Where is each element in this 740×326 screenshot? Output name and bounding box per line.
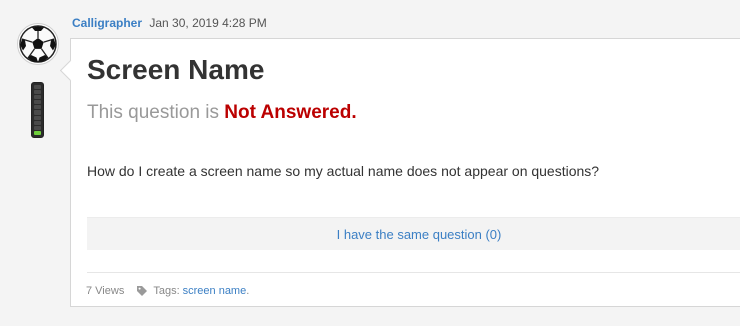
question-footer: 7 Views Tags: screen name. xyxy=(86,284,249,298)
tags-label: Tags: xyxy=(153,285,180,297)
tag-icon xyxy=(136,285,148,297)
page-title: Screen Name xyxy=(87,54,265,85)
same-question-button[interactable]: I have the same question (0) xyxy=(87,217,740,250)
footer-divider xyxy=(87,272,740,273)
rank-segment xyxy=(34,95,41,100)
status-badge: Not Answered. xyxy=(224,102,357,123)
tag-link-screen-name[interactable]: screen name xyxy=(183,284,247,298)
post-date: Jan 30, 2019 4:28 PM xyxy=(149,16,267,30)
rank-segment xyxy=(34,85,41,90)
rank-segment xyxy=(34,125,41,130)
card-pointer xyxy=(59,59,82,82)
soccer-ball-icon xyxy=(19,25,57,63)
status-prefix: This question is xyxy=(87,102,220,123)
rank-segment xyxy=(34,130,41,135)
question-body: How do I create a screen name so my actu… xyxy=(87,163,600,179)
rank-meter xyxy=(31,82,44,138)
author-link[interactable]: Calligrapher xyxy=(72,16,142,30)
question-status: This question is Not Answered. xyxy=(87,101,357,125)
rank-segment xyxy=(34,100,41,105)
rank-segment xyxy=(34,120,41,125)
rank-segment xyxy=(34,105,41,110)
tags-suffix: . xyxy=(246,285,250,297)
question-card: Screen Name This question is Not Answere… xyxy=(59,38,740,307)
rank-segment xyxy=(34,115,41,120)
rank-segment xyxy=(34,110,41,115)
view-count: 7 Views xyxy=(86,285,125,297)
avatar[interactable] xyxy=(17,23,59,65)
rank-segment xyxy=(34,90,41,95)
post-meta: Calligrapher Jan 30, 2019 4:28 PM xyxy=(72,15,267,31)
